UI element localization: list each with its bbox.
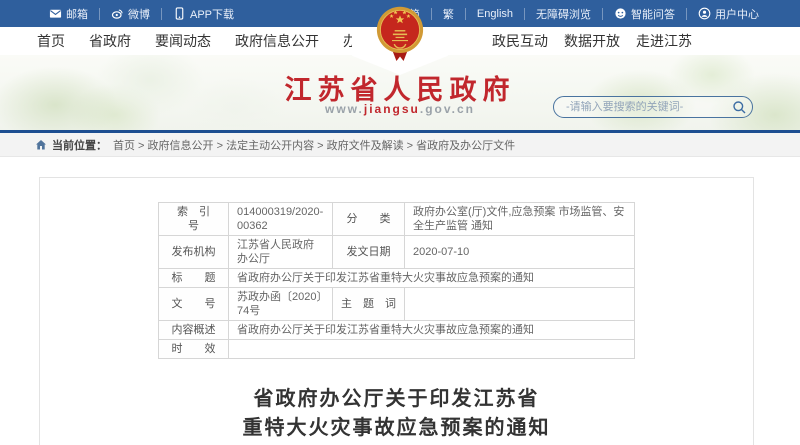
- document-title-line1: 省政府办公厅关于印发江苏省: [40, 385, 753, 414]
- table-row: 文 号苏政办函〔2020〕74号主 题 词: [159, 288, 635, 321]
- doc-meta-table: 索 引 号014000319/2020-00362分 类政府办公室(厅)文件,应…: [158, 202, 635, 359]
- smart-qa-link[interactable]: 智能问答: [603, 8, 687, 20]
- nav-right-group: 政民互动 数据开放 走进江苏: [492, 27, 692, 55]
- meta-label: 内容概述: [159, 321, 229, 340]
- phone-icon: [173, 7, 186, 20]
- weibo-link[interactable]: 微博: [100, 8, 162, 20]
- mail-link[interactable]: 邮箱: [38, 8, 100, 20]
- meta-value: 政府办公室(厅)文件,应急预案 市场监管、安全生产监管 通知: [405, 203, 635, 236]
- search-button[interactable]: [726, 97, 752, 117]
- nav-item-provincial-gov[interactable]: 省政府: [89, 31, 131, 51]
- breadcrumb-prefix: 当前位置：: [52, 137, 107, 153]
- lang-english-link[interactable]: English: [466, 8, 525, 20]
- page: 邮箱 微博 APP下载 简 繁 Englis: [0, 0, 800, 445]
- nav-item-open-data[interactable]: 数据开放: [564, 31, 620, 51]
- nav-left-group: 首页 省政府 要闻动态 政府信息公开 办事服务: [37, 27, 399, 55]
- home-icon: [35, 139, 47, 151]
- mail-label: 邮箱: [66, 6, 88, 22]
- breadcrumb: 当前位置： 首页 > 政府信息公开 > 法定主动公开内容 > 政府文件及解读 >…: [0, 133, 800, 157]
- url-suffix: .gov.cn: [420, 102, 475, 116]
- national-emblem-icon: [373, 5, 427, 69]
- url-highlight: jiangsu: [364, 102, 420, 116]
- meta-value: [405, 288, 635, 321]
- user-icon: [698, 7, 711, 20]
- meta-label: 分 类: [333, 203, 405, 236]
- breadcrumb-trail[interactable]: 首页 > 政府信息公开 > 法定主动公开内容 > 政府文件及解读 > 省政府及办…: [113, 137, 515, 153]
- site-search: [553, 96, 753, 118]
- search-input[interactable]: [554, 101, 726, 113]
- lang-english-label: English: [477, 8, 513, 20]
- document-title-line2: 重特大火灾事故应急预案的通知: [40, 414, 753, 443]
- meta-label: 标 题: [159, 269, 229, 288]
- url-prefix: www.: [325, 102, 364, 116]
- meta-value: 省政府办公厅关于印发江苏省重特大火灾事故应急预案的通知: [229, 321, 635, 340]
- search-icon: [732, 100, 747, 115]
- meta-value: 苏政办函〔2020〕74号: [229, 288, 333, 321]
- table-row: 内容概述省政府办公厅关于印发江苏省重特大火灾事故应急预案的通知: [159, 321, 635, 340]
- user-center-link[interactable]: 用户中心: [687, 8, 770, 20]
- table-row: 发布机构江苏省人民政府办公厅发文日期2020-07-10: [159, 236, 635, 269]
- meta-value: 江苏省人民政府办公厅: [229, 236, 333, 269]
- app-download-link[interactable]: APP下载: [162, 8, 245, 20]
- meta-label: 发文日期: [333, 236, 405, 269]
- topbar-right-group: 简 繁 English 无障碍浏览 智能问答 用户中心: [398, 0, 800, 27]
- meta-label: 发布机构: [159, 236, 229, 269]
- topbar-left-group: 邮箱 微博 APP下载: [0, 0, 245, 27]
- table-row: 标 题省政府办公厅关于印发江苏省重特大火灾事故应急预案的通知: [159, 269, 635, 288]
- weibo-icon: [111, 7, 124, 20]
- table-row: 索 引 号014000319/2020-00362分 类政府办公室(厅)文件,应…: [159, 203, 635, 236]
- accessibility-label: 无障碍浏览: [536, 6, 591, 22]
- lang-traditional-link[interactable]: 繁: [432, 8, 466, 20]
- accessibility-link[interactable]: 无障碍浏览: [525, 8, 603, 20]
- meta-label: 主 题 词: [333, 288, 405, 321]
- meta-label: 索 引 号: [159, 203, 229, 236]
- lang-traditional-label: 繁: [443, 6, 454, 22]
- content-panel: 索 引 号014000319/2020-00362分 类政府办公室(厅)文件,应…: [39, 177, 754, 445]
- nav-item-news[interactable]: 要闻动态: [155, 31, 211, 51]
- smart-qa-label: 智能问答: [631, 6, 675, 22]
- meta-value: 2020-07-10: [405, 236, 635, 269]
- robot-icon: [614, 7, 627, 20]
- meta-label: 时 效: [159, 340, 229, 359]
- app-download-label: APP下载: [190, 6, 234, 22]
- nav-item-about-jiangsu[interactable]: 走进江苏: [636, 31, 692, 51]
- weibo-label: 微博: [128, 6, 150, 22]
- meta-value: 014000319/2020-00362: [229, 203, 333, 236]
- meta-label: 文 号: [159, 288, 229, 321]
- meta-value: [229, 340, 635, 359]
- document-title: 省政府办公厅关于印发江苏省 重特大火灾事故应急预案的通知: [40, 385, 753, 443]
- user-center-label: 用户中心: [715, 6, 759, 22]
- meta-value: 省政府办公厅关于印发江苏省重特大火灾事故应急预案的通知: [229, 269, 635, 288]
- nav-item-info-disclosure[interactable]: 政府信息公开: [235, 31, 319, 51]
- mail-icon: [49, 7, 62, 20]
- nav-item-home[interactable]: 首页: [37, 31, 65, 51]
- nav-item-interaction[interactable]: 政民互动: [492, 31, 548, 51]
- table-row: 时 效: [159, 340, 635, 359]
